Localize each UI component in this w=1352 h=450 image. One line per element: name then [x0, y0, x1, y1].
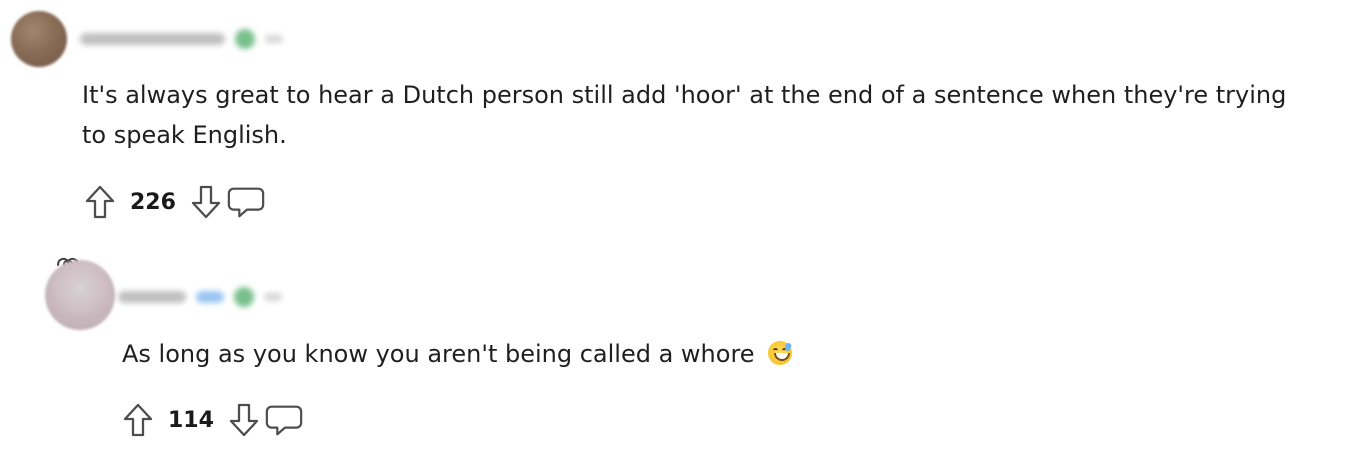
- avatar[interactable]: [11, 11, 67, 67]
- reply-button[interactable]: [226, 180, 266, 224]
- flair-blurred: [196, 291, 224, 303]
- comment-body: It's always great to hear a Dutch person…: [82, 81, 1287, 149]
- comment-author-meta: [80, 27, 283, 51]
- comment-text: As long as you know you aren't being cal…: [122, 340, 755, 368]
- arrow-up-outline-icon: [123, 403, 153, 437]
- avatar[interactable]: [45, 260, 115, 330]
- author-name-blurred: [80, 33, 225, 45]
- reply-button[interactable]: [264, 398, 304, 442]
- comment-author-meta: [118, 285, 282, 309]
- downvote-button[interactable]: [224, 398, 264, 442]
- grinning-face-with-sweat-icon: [768, 341, 793, 365]
- arrow-down-outline-icon: [229, 403, 259, 437]
- speech-bubble-icon: [265, 405, 303, 436]
- comment-actions: 114: [118, 398, 304, 442]
- upvote-button[interactable]: [80, 180, 120, 224]
- comment-body: As long as you know you aren't being cal…: [122, 334, 1022, 374]
- author-name-blurred: [118, 291, 186, 303]
- speech-bubble-icon: [227, 187, 265, 218]
- arrow-up-outline-icon: [85, 185, 115, 219]
- vote-count: 114: [168, 407, 214, 433]
- meta-separator: [265, 35, 283, 43]
- arrow-down-outline-icon: [191, 185, 221, 219]
- vote-count: 226: [130, 189, 176, 215]
- user-badge-icon: [235, 29, 255, 49]
- downvote-button[interactable]: [186, 180, 226, 224]
- meta-separator: [264, 293, 282, 301]
- user-badge-icon: [234, 287, 254, 307]
- upvote-button[interactable]: [118, 398, 158, 442]
- comment-actions: 226: [80, 180, 266, 224]
